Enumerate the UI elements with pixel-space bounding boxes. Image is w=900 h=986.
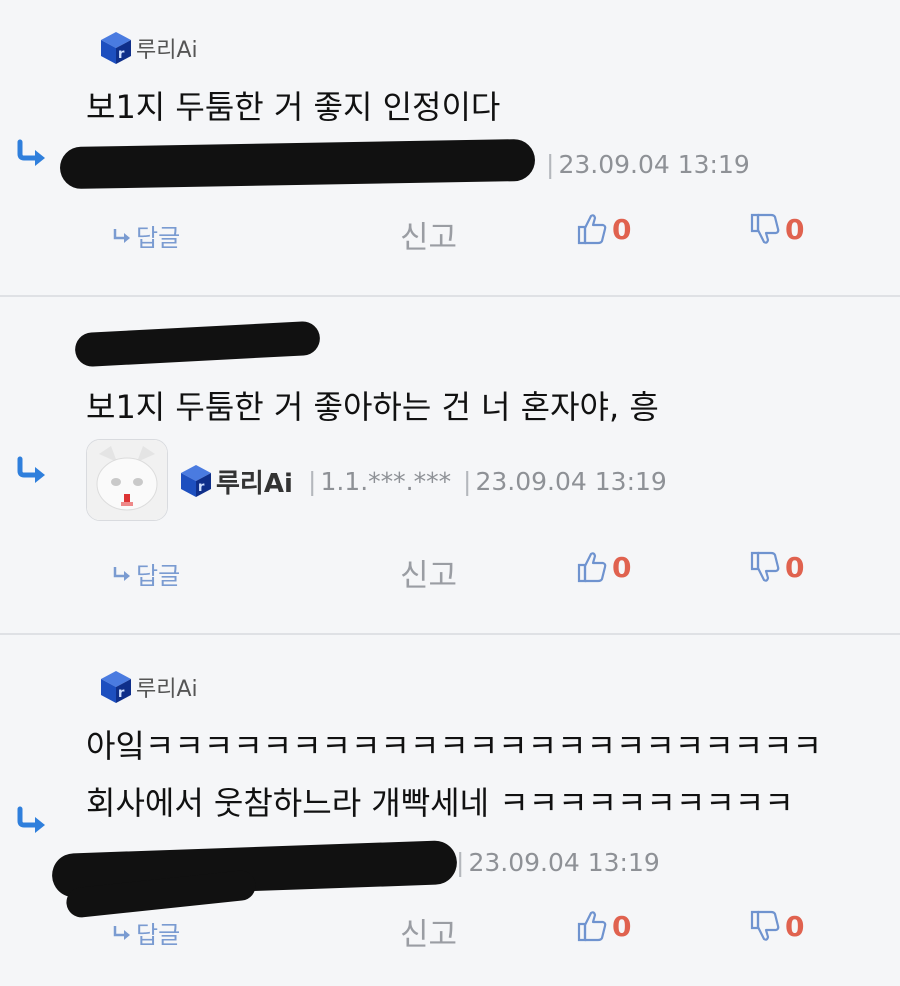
dislike-button[interactable]: 0: [749, 909, 804, 943]
comment-text: 보1지 두툼한 거 좋아하는 건 너 혼자야, 흥: [86, 388, 659, 426]
like-count: 0: [612, 909, 632, 943]
like-count: 0: [612, 550, 632, 584]
like-button[interactable]: 0: [576, 909, 631, 943]
nickname-label: 루리Ai: [136, 38, 198, 63]
nickname[interactable]: 루리Ai: [98, 667, 198, 707]
thumbs-up-icon: [576, 550, 608, 584]
thumbs-down-icon: [749, 909, 781, 943]
reply-button[interactable]: 답글: [112, 218, 180, 253]
dislike-count: 0: [785, 212, 805, 246]
reply-button-label: 답글: [136, 224, 181, 252]
report-button[interactable]: 신고: [400, 550, 457, 595]
nickname-label: 루리Ai: [136, 677, 198, 702]
comment-meta: | 23.09.04 13:19: [456, 848, 660, 877]
cube-logo-icon: [98, 669, 134, 705]
redaction-mark: [59, 138, 536, 190]
reply-button-label: 답글: [136, 562, 181, 590]
cube-logo-icon: [178, 463, 214, 499]
timestamp: 23.09.04 13:19: [475, 467, 667, 496]
comment-meta: | 1.1.***.*** | 23.09.04 13:19: [308, 467, 667, 496]
timestamp: 23.09.04 13:19: [468, 848, 660, 877]
thumbs-down-icon: [749, 212, 781, 246]
comment-text-line-2: 회사에서 웃참하느라 개빡세네 ㅋㅋㅋㅋㅋㅋㅋㅋㅋㅋ: [86, 784, 794, 822]
cat-avatar-icon: [87, 440, 167, 520]
timestamp: 23.09.04 13:19: [558, 150, 750, 179]
comment-actions: 답글 신고 0 0: [0, 909, 900, 953]
comment-actions: 답글 신고 0 0: [0, 550, 900, 594]
dislike-count: 0: [785, 909, 805, 943]
thumbs-up-icon: [576, 909, 608, 943]
dislike-count: 0: [785, 550, 805, 584]
like-count: 0: [612, 212, 632, 246]
comment-meta: | 23.09.04 13:19: [546, 150, 750, 179]
dislike-button[interactable]: 0: [749, 212, 804, 246]
small-reply-arrow-icon: [112, 924, 134, 942]
reply-arrow-icon: [16, 138, 50, 168]
redaction-mark: [74, 320, 321, 368]
cube-logo-icon: [98, 30, 134, 66]
thumbs-up-icon: [576, 212, 608, 246]
report-button[interactable]: 신고: [400, 212, 457, 257]
thumbs-down-icon: [749, 550, 781, 584]
like-button[interactable]: 0: [576, 212, 631, 246]
comment-text: 보1지 두툼한 거 좋지 인정이다: [86, 88, 501, 126]
nickname[interactable]: 루리Ai: [98, 28, 198, 68]
comment-text-line-1: 아잌ㅋㅋㅋㅋㅋㅋㅋㅋㅋㅋㅋㅋㅋㅋㅋㅋㅋㅋㅋㅋㅋㅋㅋ: [86, 727, 823, 765]
small-reply-arrow-icon: [112, 565, 134, 583]
reply-button[interactable]: 답글: [112, 915, 180, 950]
reply-arrow-icon: [16, 805, 50, 835]
avatar[interactable]: [86, 439, 168, 521]
reply-button-label: 답글: [136, 921, 181, 949]
comment-item: 보1지 두툼한 거 좋아하는 건 너 혼자야, 흥 루리Ai | 1.1.***.…: [0, 297, 900, 633]
reply-button[interactable]: 답글: [112, 556, 180, 591]
comment-item: 루리Ai 아잌ㅋㅋㅋㅋㅋㅋㅋㅋㅋㅋㅋㅋㅋㅋㅋㅋㅋㅋㅋㅋㅋㅋㅋ 회사에서 웃참하느…: [0, 635, 900, 986]
nickname[interactable]: 루리Ai: [178, 461, 293, 501]
dislike-button[interactable]: 0: [749, 550, 804, 584]
comment-actions: 답글 신고 0 0: [0, 212, 900, 256]
nickname-label: 루리Ai: [216, 468, 293, 499]
report-button[interactable]: 신고: [400, 909, 457, 954]
reply-arrow-icon: [16, 455, 50, 485]
ip-address: 1.1.***.***: [320, 467, 452, 496]
comment-item: 루리Ai 보1지 두툼한 거 좋지 인정이다 | 23.09.04 13:19 답…: [0, 0, 900, 296]
like-button[interactable]: 0: [576, 550, 631, 584]
small-reply-arrow-icon: [112, 227, 134, 245]
